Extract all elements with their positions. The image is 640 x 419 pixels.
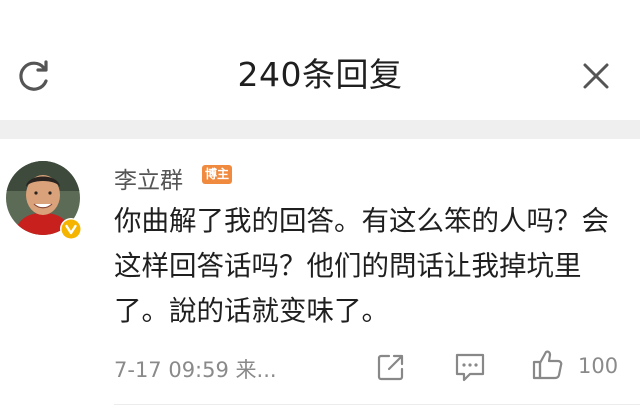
comment-text: 你曲解了我的回答。有这么笨的人吗？会这样回答话吗？他们的問话让我掉坑里了。說的话…: [114, 205, 609, 327]
page-title: 240条回复: [237, 55, 403, 94]
verified-badge: [60, 218, 82, 240]
comment-timestamp: 7-17 09:59 来...: [114, 358, 277, 382]
comment-item: 李立群 博主 你曲解了我的回答。有这么笨的人吗？会这样回答话吗？他们的問话让我掉…: [0, 139, 640, 419]
close-button[interactable]: [576, 56, 616, 96]
reply-button[interactable]: [452, 350, 488, 384]
thumbs-up-icon: [532, 350, 563, 380]
like-count: 100: [578, 354, 619, 378]
author-role-badge: 博主: [202, 165, 233, 184]
repost-button[interactable]: [374, 350, 408, 384]
header-bar: 240条回复: [0, 0, 640, 120]
close-icon: [583, 63, 609, 89]
share-icon: [377, 354, 404, 381]
comment-author-name[interactable]: 李立群: [114, 161, 183, 195]
comment-icon: [455, 353, 485, 382]
section-divider: [0, 120, 640, 139]
comment-separator: [114, 404, 640, 405]
verified-v-icon: [61, 219, 81, 239]
like-button[interactable]: [530, 347, 566, 383]
